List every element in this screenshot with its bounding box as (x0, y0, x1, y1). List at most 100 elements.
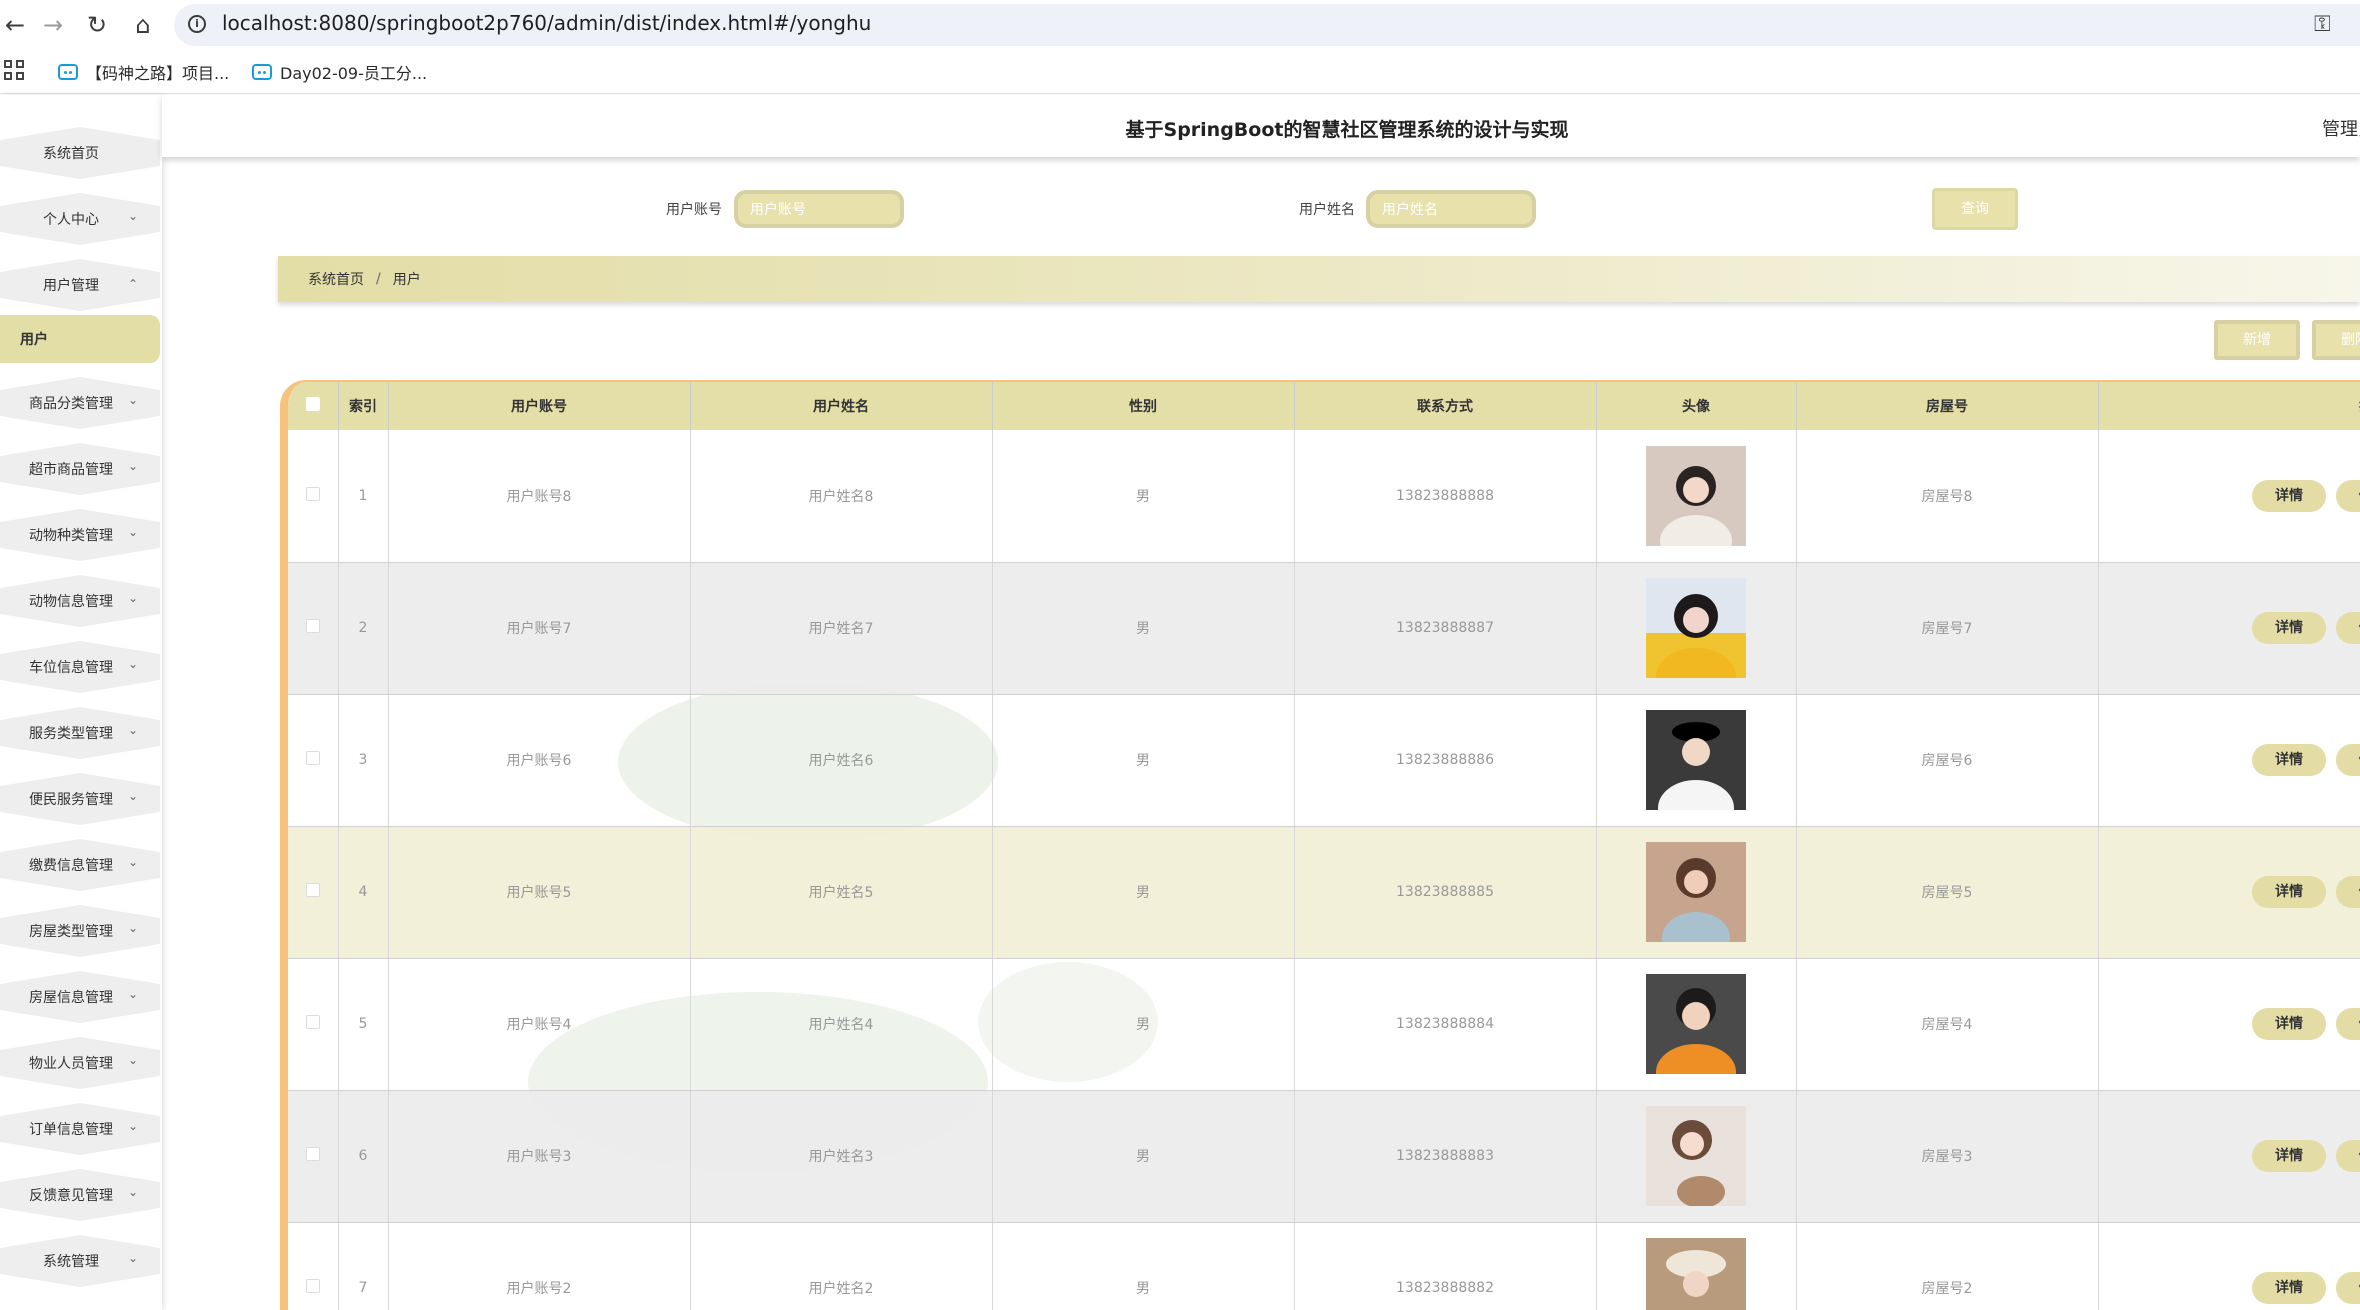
admin-label[interactable]: 管理员 (2322, 115, 2360, 141)
detail-button[interactable]: 详情 (2252, 744, 2326, 776)
detail-button[interactable]: 详情 (2252, 876, 2326, 908)
detail-button[interactable]: 详情 (2252, 1140, 2326, 1172)
select-all-checkbox[interactable] (288, 382, 339, 430)
row-checkbox[interactable] (288, 694, 339, 827)
sidebar-item-payment-info[interactable]: 缴费信息管理 ⌄ (0, 839, 160, 891)
edit-button[interactable]: 修改 (2336, 1140, 2360, 1172)
cell-operations: 详情修改删除 (2098, 694, 2360, 827)
cell-avatar (1596, 1090, 1797, 1223)
password-key-icon[interactable]: ⚿ (2314, 12, 2331, 37)
cell-avatar (1596, 562, 1797, 695)
sidebar-item-order-info[interactable]: 订单信息管理 ⌄ (0, 1103, 160, 1155)
cell-phone: 13823888887 (1294, 562, 1597, 695)
sidebar-item-property-staff[interactable]: 物业人员管理 ⌄ (0, 1037, 160, 1089)
avatar[interactable] (1646, 842, 1746, 942)
cell-gender: 男 (992, 1090, 1295, 1223)
cell-index: 5 (338, 958, 389, 1091)
bookmark-item[interactable]: 【码神之路】项目... (58, 58, 229, 86)
page-title: 基于SpringBoot的智慧社区管理系统的设计与实现 (1125, 119, 1569, 141)
edit-button[interactable]: 修改 (2336, 1008, 2360, 1040)
name-search-input[interactable] (1366, 190, 1536, 228)
cell-account: 用户账号4 (388, 958, 691, 1091)
cell-house: 房屋号3 (1796, 1090, 2099, 1223)
breadcrumb-home[interactable]: 系统首页 (308, 269, 364, 289)
breadcrumb: 系统首页 / 用户 (278, 256, 2360, 302)
sidebar-item-supermarket-goods[interactable]: 超市商品管理 ⌄ (0, 443, 160, 495)
sidebar-item-user-management[interactable]: 用户管理 ⌃ (0, 259, 160, 311)
chevron-down-icon: ⌄ (127, 987, 138, 1001)
url-text[interactable]: localhost:8080/springboot2p760/admin/dis… (222, 11, 871, 35)
query-button[interactable]: 查询 (1932, 188, 2018, 230)
sidebar-item-parking-info[interactable]: 车位信息管理 ⌄ (0, 641, 160, 693)
delete-selected-button[interactable]: 删除 (2312, 320, 2360, 360)
avatar[interactable] (1646, 1106, 1746, 1206)
row-checkbox[interactable] (288, 826, 339, 959)
bookmark-item[interactable]: Day02-09-员工分... (252, 58, 427, 86)
chevron-down-icon: ⌄ (127, 1251, 138, 1265)
avatar[interactable] (1646, 974, 1746, 1074)
sidebar-item-house-info[interactable]: 房屋信息管理 ⌄ (0, 971, 160, 1023)
cell-phone: 13823888885 (1294, 826, 1597, 959)
cell-gender: 男 (992, 958, 1295, 1091)
user-table: 索引 用户账号 用户姓名 性别 联系方式 头像 房屋号 操作 1 用户账号8 用… (288, 382, 2360, 1310)
chevron-down-icon: ⌄ (127, 657, 138, 671)
account-search-label: 用户账号 (666, 202, 722, 218)
sidebar-item-house-type[interactable]: 房屋类型管理 ⌄ (0, 905, 160, 957)
row-checkbox[interactable] (288, 958, 339, 1091)
chevron-down-icon: ⌄ (127, 393, 138, 407)
cell-house: 房屋号6 (1796, 694, 2099, 827)
row-checkbox[interactable] (288, 562, 339, 695)
edit-button[interactable]: 修改 (2336, 876, 2360, 908)
home-icon[interactable]: ⌂ (128, 10, 158, 40)
cell-avatar (1596, 1222, 1797, 1310)
cell-phone: 13823888883 (1294, 1090, 1597, 1223)
sidebar-item-personal-center[interactable]: 个人中心 ⌄ (0, 193, 160, 245)
detail-button[interactable]: 详情 (2252, 1272, 2326, 1304)
reload-icon[interactable]: ↻ (82, 10, 112, 40)
detail-button[interactable]: 详情 (2252, 479, 2326, 512)
cell-house: 房屋号8 (1796, 430, 2099, 563)
row-checkbox[interactable] (288, 430, 339, 563)
table-row: 2 用户账号7 用户姓名7 男 13823888887 房屋号7 详情修改删除 (288, 562, 2360, 695)
edit-button[interactable]: 修改 (2336, 1272, 2360, 1304)
sidebar-item-feedback[interactable]: 反馈意见管理 ⌄ (0, 1169, 160, 1221)
edit-button[interactable]: 修改 (2336, 479, 2360, 512)
chevron-down-icon: ⌄ (127, 1119, 138, 1133)
sidebar-item-user[interactable]: 用户 (0, 315, 160, 363)
sidebar-item-home[interactable]: 系统首页 (0, 127, 160, 179)
avatar[interactable] (1646, 445, 1746, 546)
row-checkbox[interactable] (288, 1090, 339, 1223)
site-info-icon[interactable]: i (188, 15, 206, 33)
sidebar-item-animal-info[interactable]: 动物信息管理 ⌄ (0, 575, 160, 627)
cell-house: 房屋号2 (1796, 1222, 2099, 1310)
sidebar-item-system-management[interactable]: 系统管理 ⌄ (0, 1235, 160, 1287)
sidebar-item-service-type[interactable]: 服务类型管理 ⌄ (0, 707, 160, 759)
forward-arrow-icon[interactable]: → (38, 10, 68, 40)
cell-gender: 男 (992, 826, 1295, 959)
avatar[interactable] (1646, 1238, 1746, 1310)
sidebar-item-convenience-service[interactable]: 便民服务管理 ⌄ (0, 773, 160, 825)
apps-grid-icon[interactable] (4, 60, 26, 82)
edit-button[interactable]: 修改 (2336, 612, 2360, 644)
sidebar-item-animal-type[interactable]: 动物种类管理 ⌄ (0, 509, 160, 561)
edit-button[interactable]: 修改 (2336, 744, 2360, 776)
avatar[interactable] (1646, 710, 1746, 810)
cell-operations: 详情修改删除 (2098, 1222, 2360, 1310)
breadcrumb-current: 用户 (392, 272, 421, 288)
cell-phone: 13823888888 (1294, 430, 1597, 563)
sidebar-item-product-category[interactable]: 商品分类管理 ⌄ (0, 377, 160, 429)
row-checkbox[interactable] (288, 1222, 339, 1310)
column-header-house: 房屋号 (1796, 382, 2099, 430)
bookmarks-bar: 【码神之路】项目... Day02-09-员工分... (0, 50, 2360, 94)
cell-account: 用户账号8 (388, 430, 691, 563)
account-search-input[interactable] (734, 190, 904, 228)
cell-name: 用户姓名8 (690, 430, 993, 563)
cell-avatar (1596, 958, 1797, 1091)
avatar[interactable] (1646, 578, 1746, 678)
column-header-operations: 操作 (2098, 382, 2360, 430)
detail-button[interactable]: 详情 (2252, 612, 2326, 644)
back-arrow-icon[interactable]: ← (0, 10, 30, 40)
detail-button[interactable]: 详情 (2252, 1008, 2326, 1040)
table-header-row: 索引 用户账号 用户姓名 性别 联系方式 头像 房屋号 操作 (288, 382, 2360, 430)
add-button[interactable]: 新增 (2214, 320, 2300, 360)
